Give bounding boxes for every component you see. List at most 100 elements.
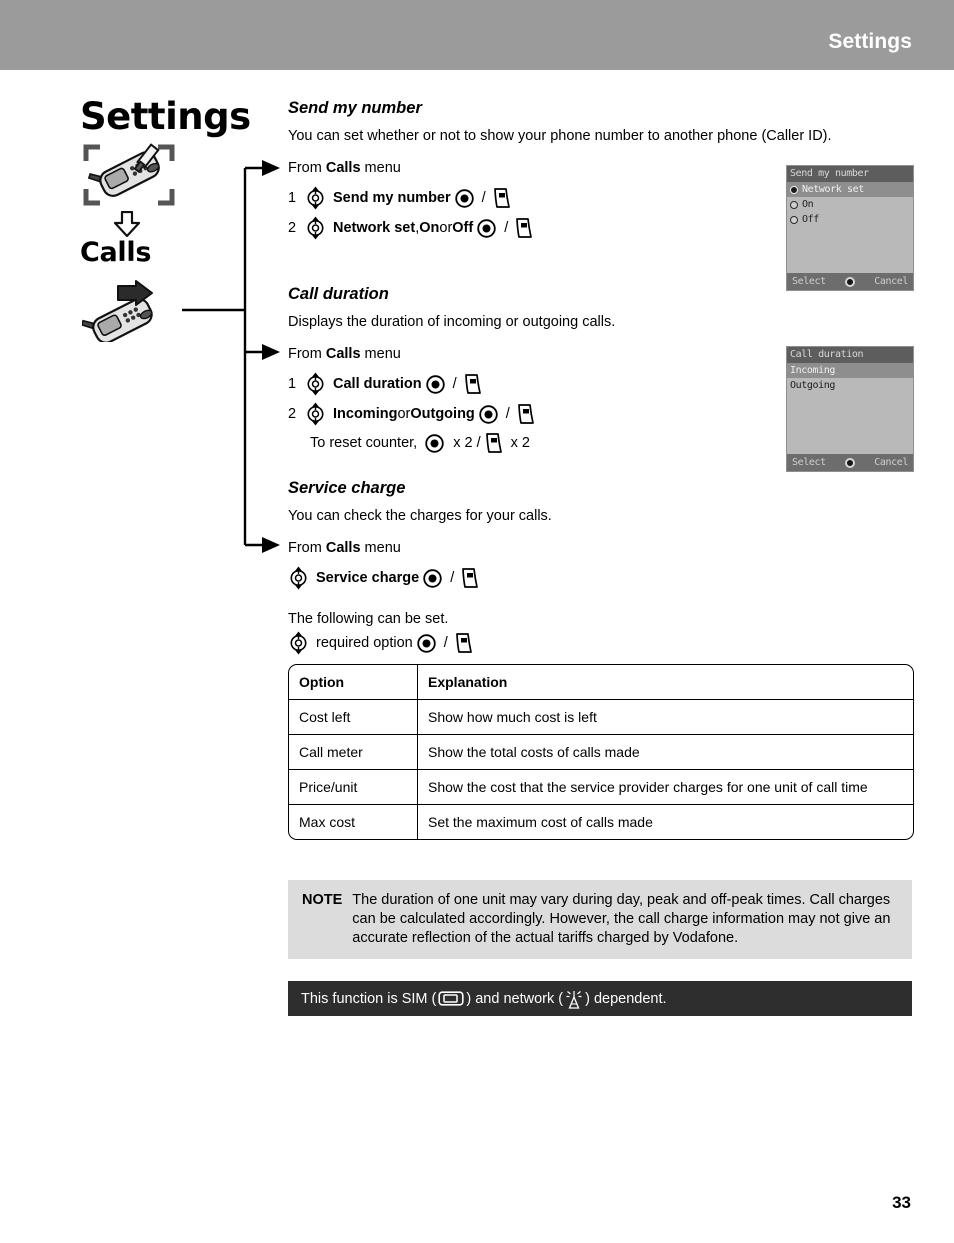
- screen-list-item[interactable]: Outgoing: [787, 378, 913, 393]
- table-cell-option: Call meter: [289, 734, 418, 770]
- screen-left-softkey[interactable]: Select: [792, 457, 826, 468]
- step-label-outgoing: Outgoing: [410, 406, 475, 422]
- soft-key-icon: [455, 633, 472, 653]
- screen-ok-key-icon[interactable]: [845, 276, 855, 287]
- ok-key-icon: [425, 374, 445, 394]
- radio-unselected-icon: [790, 200, 798, 209]
- screen-left-softkey[interactable]: Select: [792, 276, 826, 287]
- screen-body: Network set On Off: [787, 182, 913, 272]
- step-label-incoming: Incoming: [333, 406, 398, 422]
- phone-with-right-arrow-icon: [82, 280, 153, 342]
- screenshot-call-duration: Call duration Incoming Outgoing Select C…: [786, 346, 914, 472]
- slash-separator: /: [505, 406, 510, 422]
- from-prefix: From: [288, 160, 326, 176]
- screenshot-send-my-number: Send my number Network set On Off Select…: [786, 165, 914, 291]
- dependency-text-part1: This function is SIM (: [301, 990, 437, 1007]
- step-number: 2: [288, 220, 297, 236]
- reset-multiplier-ok: x 2 /: [453, 435, 481, 451]
- navigation-key-icon: [290, 566, 307, 590]
- page-number: 33: [892, 1193, 911, 1212]
- step-number: 1: [288, 376, 297, 392]
- from-menu-name: Calls: [325, 346, 361, 362]
- screen-list-item-label: On: [802, 199, 814, 210]
- options-table: Option Explanation Cost left Show how mu…: [288, 664, 914, 840]
- soft-key-icon: [485, 433, 502, 453]
- navigation-key-icon: [307, 372, 324, 396]
- step-number: 1: [288, 190, 297, 206]
- section-description: You can set whether or not to show your …: [288, 128, 832, 144]
- screen-body: Incoming Outgoing: [787, 363, 913, 453]
- step-label-off: Off: [452, 220, 474, 236]
- dependency-text-part3: ) dependent.: [585, 990, 667, 1007]
- step-label: Send my number: [333, 190, 451, 206]
- note-text: The duration of one unit may vary during…: [352, 892, 891, 946]
- reset-counter-text: To reset counter,: [310, 435, 418, 451]
- screen-list-item[interactable]: On: [787, 197, 913, 212]
- radio-selected-icon: [790, 185, 798, 194]
- step-label-on: On: [419, 220, 440, 236]
- step-label: Service charge: [316, 570, 420, 586]
- slash-separator: /: [452, 376, 457, 392]
- screen-list-item-label: Off: [802, 214, 819, 225]
- step-separator-or: or: [439, 220, 453, 236]
- from-menu-name: Calls: [325, 540, 361, 556]
- table-cell-option: Max cost: [289, 804, 418, 839]
- ok-key-icon: [454, 188, 474, 208]
- reset-multiplier-soft: x 2: [510, 435, 530, 451]
- ok-key-icon: [425, 433, 444, 453]
- calls-title: Calls: [80, 237, 152, 268]
- down-arrow-icon: [113, 211, 141, 237]
- from-menu-name: Calls: [325, 160, 361, 176]
- chapter-title: Settings: [80, 95, 251, 138]
- table-cell-explanation: Show the total costs of calls made: [417, 734, 913, 770]
- table-cell-explanation: Set the maximum cost of calls made: [428, 814, 653, 830]
- screen-list-item[interactable]: Incoming: [787, 363, 913, 378]
- section-description: Displays the duration of incoming or out…: [288, 314, 616, 330]
- from-suffix: menu: [360, 540, 401, 556]
- ok-key-icon: [477, 218, 496, 238]
- table-cell-option: Price/unit: [289, 769, 418, 805]
- note-box: NOTE The duration of one unit may vary d…: [288, 880, 912, 959]
- screen-list-item[interactable]: Off: [787, 212, 913, 227]
- sim-card-icon: [438, 991, 464, 1006]
- table-header-explanation: Explanation: [417, 665, 913, 700]
- screen-list-item-label: Incoming: [790, 365, 835, 376]
- page-header-band: Settings: [0, 0, 954, 70]
- following-can-be-set-text: The following can be set.: [288, 611, 449, 627]
- slash-separator: /: [481, 190, 486, 206]
- soft-key-icon: [516, 218, 533, 238]
- table-row: Price/unit Show the cost that the servic…: [289, 769, 913, 805]
- section-heading: Service charge: [288, 479, 406, 497]
- phone-with-screwdriver-icon: [83, 143, 175, 206]
- table-cell-option: Cost left: [289, 699, 418, 735]
- step-separator-or: or: [397, 406, 411, 422]
- table-row: Max cost Set the maximum cost of calls m…: [289, 804, 913, 839]
- screen-right-softkey[interactable]: Cancel: [874, 276, 908, 287]
- soft-key-icon: [493, 188, 510, 208]
- slash-separator: /: [450, 570, 455, 586]
- slash-separator: /: [504, 220, 509, 236]
- table-cell-explanation: Show the cost that the service provider …: [417, 769, 913, 805]
- step-label: Network set: [333, 220, 416, 236]
- soft-key-icon: [464, 374, 481, 394]
- dependency-text-part2: ) and network (: [466, 990, 564, 1007]
- screen-list-item[interactable]: Network set: [787, 182, 913, 197]
- soft-key-icon: [517, 404, 534, 424]
- navigation-key-icon: [307, 186, 324, 210]
- screen-right-softkey[interactable]: Cancel: [874, 457, 908, 468]
- table-header-row: Option Explanation: [289, 665, 913, 700]
- dependency-bar: This function is SIM ( ) and network ( )…: [288, 981, 912, 1016]
- step-label: Call duration: [333, 376, 422, 392]
- from-suffix: menu: [360, 346, 401, 362]
- screen-list-item-label: Outgoing: [790, 380, 835, 391]
- branch-connector-lines: [182, 160, 280, 553]
- radio-unselected-icon: [790, 215, 798, 224]
- from-prefix: From: [288, 540, 326, 556]
- step-number: 2: [288, 406, 297, 422]
- required-option-label: required option: [316, 635, 413, 651]
- table-row: Call meter Show the total costs of calls…: [289, 734, 913, 770]
- screen-ok-key-icon[interactable]: [845, 457, 855, 468]
- section-heading: Send my number: [288, 99, 422, 117]
- ok-key-icon: [417, 633, 436, 653]
- navigation-key-icon: [307, 402, 324, 426]
